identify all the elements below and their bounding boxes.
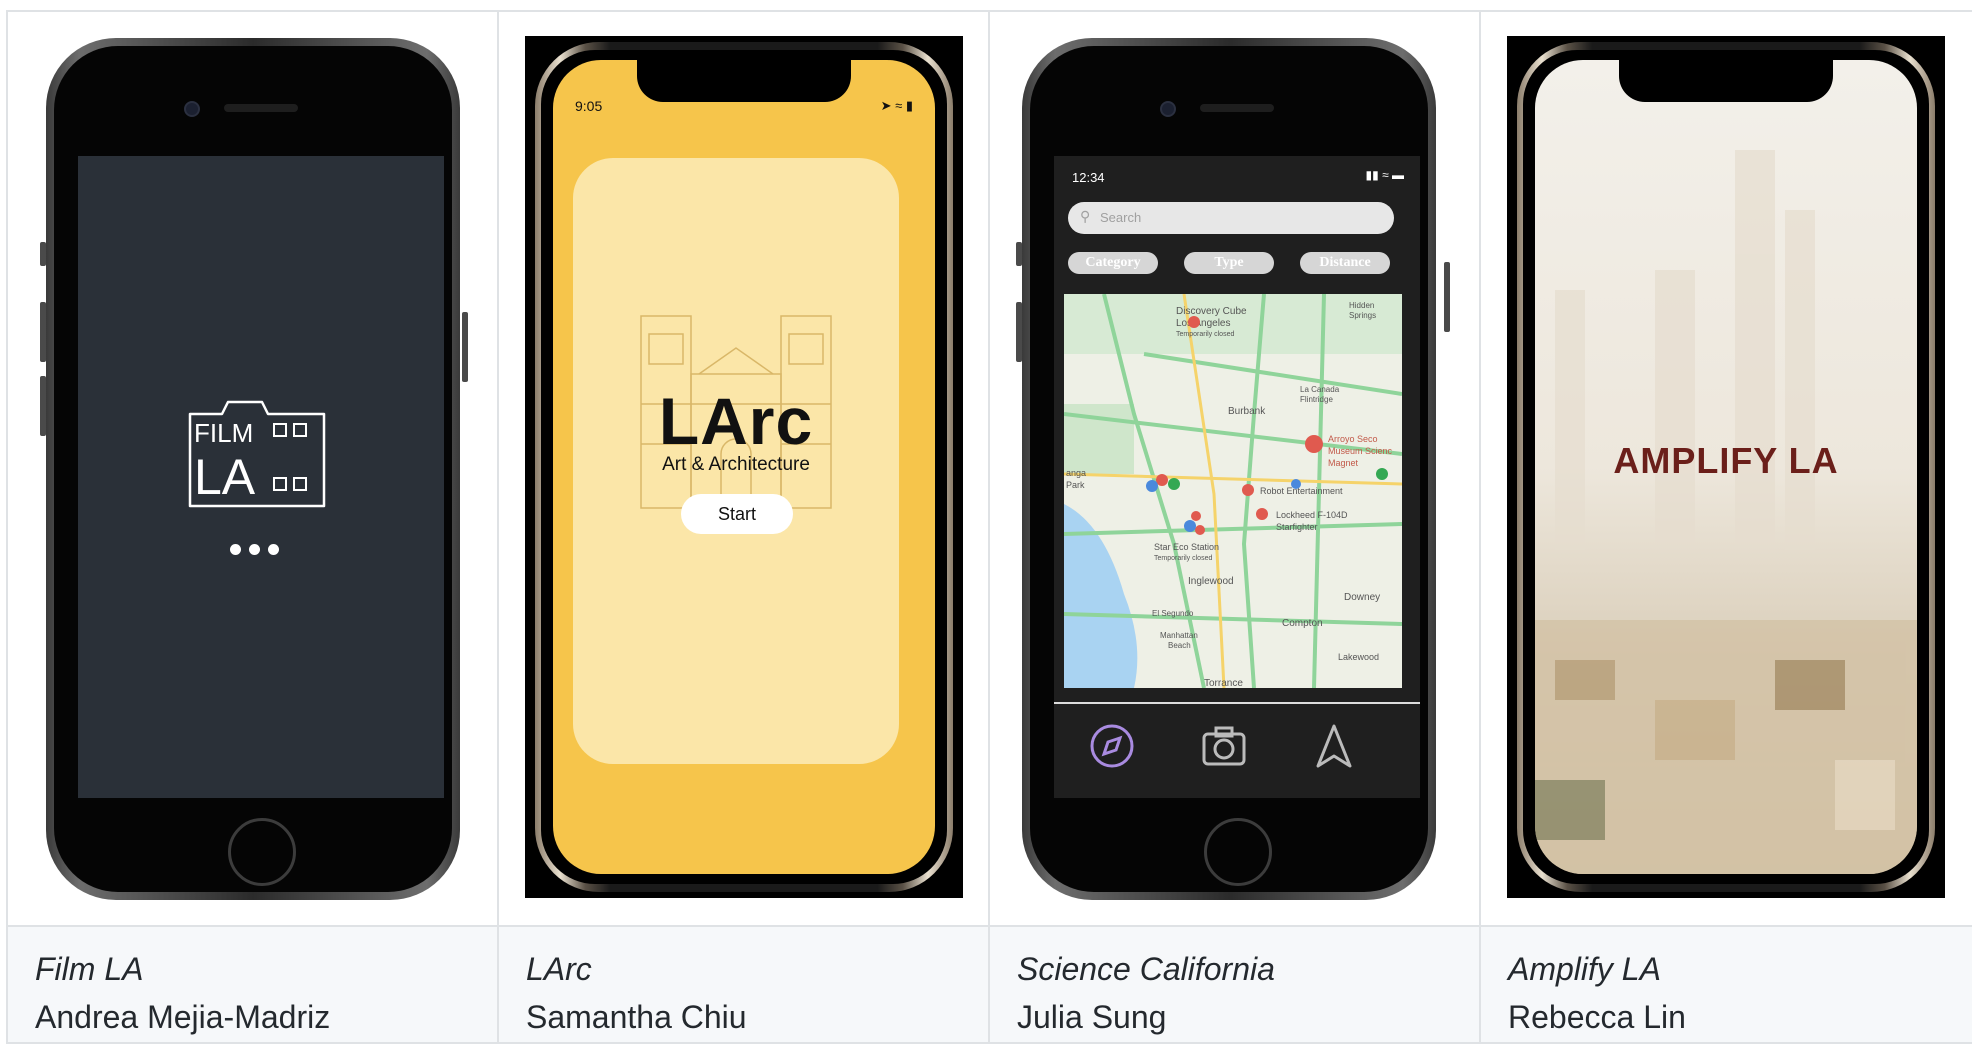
map-label: Park (1066, 480, 1085, 490)
project-caption: Science California Julia Sung (990, 925, 1479, 1042)
phone-mockup: FILM LA (46, 38, 460, 900)
project-title: Science California (1017, 951, 1275, 987)
map-label: El Segundo (1152, 609, 1194, 618)
search-placeholder: Search (1100, 210, 1142, 225)
map-label: Arroyo Seco (1328, 434, 1378, 444)
phone-mockup: 9:05 ➤ ≈ ▮ LArc Art & Architecture Start (525, 36, 963, 898)
app-screen: AMPLIFY LA (1535, 60, 1917, 874)
logo-la-text: LA (194, 449, 256, 505)
map-label: Robot Entertainment (1260, 486, 1343, 496)
map-label: Starfighter (1276, 522, 1318, 532)
bottom-tab-bar (1054, 702, 1420, 790)
phone-mockup: 12:34 ▮▮ ≈ ▬ ⚲ Search Category Type Dist… (1022, 38, 1436, 900)
project-caption: Film LA Andrea Mejia-Madriz (8, 925, 497, 1042)
project-gallery-table: FILM LA Film LA Andrea Mejia-Madriz 9:05… (6, 10, 1972, 1044)
search-icon: ⚲ (1080, 208, 1091, 224)
phone-notch (1619, 58, 1833, 102)
camera-icon[interactable] (1200, 722, 1248, 770)
map-label: Beach (1168, 641, 1191, 650)
map-view[interactable]: Discovery Cube Los Angeles Temporarily c… (1064, 294, 1402, 688)
app-screen: 9:05 ➤ ≈ ▮ LArc Art & Architecture Start (553, 60, 935, 874)
project-author: Andrea Mejia-Madriz (35, 999, 331, 1035)
map-label: anga (1066, 468, 1086, 478)
filter-category-button[interactable]: Category (1068, 252, 1158, 274)
navigate-icon[interactable] (1310, 722, 1358, 770)
map-label: Museum Scienc (1328, 446, 1393, 456)
app-screen: FILM LA (78, 156, 444, 798)
status-icons: ➤ ≈ ▮ (880, 98, 913, 113)
map-label: Flintridge (1300, 395, 1333, 404)
map-label: Lakewood (1338, 652, 1379, 662)
project-author: Samantha Chiu (526, 999, 747, 1035)
phone-mockup: AMPLIFY LA (1507, 36, 1945, 898)
start-button[interactable]: Start (681, 494, 793, 534)
filter-distance-button[interactable]: Distance (1300, 252, 1390, 274)
project-title: Film LA (35, 951, 144, 987)
front-camera (1160, 101, 1176, 117)
front-camera (184, 101, 200, 117)
map-label: Lockheed F-104D (1276, 510, 1348, 520)
status-time: 9:05 (575, 98, 603, 114)
map-label: Downey (1344, 592, 1380, 603)
map-label: Los Angeles (1176, 318, 1231, 329)
map-label: Hidden (1349, 301, 1374, 310)
status-icons: ▮▮ ≈ ▬ (1365, 168, 1404, 182)
earpiece-speaker (224, 104, 298, 112)
project-caption: Amplify LA Rebecca Lin (1481, 925, 1972, 1042)
status-time: 12:34 (1072, 170, 1105, 185)
map-label: Springs (1349, 311, 1376, 320)
project-column-science-california: 12:34 ▮▮ ≈ ▬ ⚲ Search Category Type Dist… (990, 12, 1481, 1042)
map-label: Star Eco Station (1154, 542, 1219, 552)
filter-type-button[interactable]: Type (1184, 252, 1274, 274)
welcome-card: LArc Art & Architecture (573, 158, 899, 764)
search-bar[interactable]: ⚲ Search (1068, 202, 1394, 234)
project-author: Rebecca Lin (1508, 999, 1686, 1035)
map-label: Magnet (1328, 458, 1359, 468)
app-subtitle: Art & Architecture (662, 454, 810, 475)
app-screen: 12:34 ▮▮ ≈ ▬ ⚲ Search Category Type Dist… (1054, 156, 1420, 798)
app-heading: LArc (658, 384, 814, 458)
project-screenshot-cell: AMPLIFY LA (1481, 12, 1972, 925)
project-screenshot-cell: FILM LA (8, 12, 497, 925)
earpiece-speaker (1200, 104, 1274, 112)
map-label: Manhattan (1160, 631, 1198, 640)
project-title: Amplify LA (1508, 951, 1661, 987)
phone-notch (637, 58, 851, 102)
logo-film-text: FILM (194, 418, 253, 448)
project-title: LArc (526, 951, 592, 987)
project-caption: LArc Samantha Chiu (499, 925, 988, 1042)
project-screenshot-cell: 9:05 ➤ ≈ ▮ LArc Art & Architecture Start (499, 12, 988, 925)
project-column-film-la: FILM LA Film LA Andrea Mejia-Madriz (8, 12, 499, 1042)
map-label: Compton (1282, 618, 1323, 629)
map-label: Torrance (1204, 678, 1243, 688)
home-button[interactable] (228, 818, 296, 886)
project-author: Julia Sung (1017, 999, 1167, 1035)
map-label: Temporarily closed (1176, 331, 1234, 338)
project-screenshot-cell: 12:34 ▮▮ ≈ ▬ ⚲ Search Category Type Dist… (990, 12, 1479, 925)
project-column-amplify-la: AMPLIFY LA Amplify LA Rebecca Lin (1481, 12, 1972, 1042)
map-label: Inglewood (1188, 576, 1234, 587)
map-label: Discovery Cube (1176, 306, 1247, 317)
film-la-logo: FILM LA (188, 400, 326, 508)
loading-dots-icon (230, 542, 287, 560)
map-label: Burbank (1228, 406, 1266, 417)
app-heading: AMPLIFY LA (1613, 440, 1839, 481)
map-label: La Canada (1300, 385, 1340, 394)
home-button[interactable] (1204, 818, 1272, 886)
compass-icon[interactable] (1088, 722, 1136, 770)
map-label: Temporarily closed (1154, 555, 1212, 562)
project-column-larc: 9:05 ➤ ≈ ▮ LArc Art & Architecture Start… (499, 12, 990, 1042)
